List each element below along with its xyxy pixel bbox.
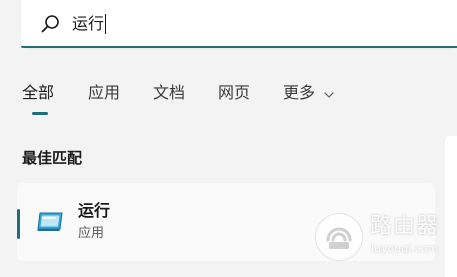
tab-apps-label: 应用 — [88, 83, 121, 102]
tab-documents[interactable]: 文档 — [153, 82, 185, 104]
watermark-title: 路由器 — [370, 214, 440, 239]
watermark-domain: luyouqi.com — [371, 242, 439, 255]
tab-web-label: 网页 — [218, 83, 251, 102]
tab-more[interactable]: 更多 — [283, 82, 334, 105]
tab-web[interactable]: 网页 — [218, 82, 250, 104]
tab-apps[interactable]: 应用 — [88, 82, 120, 104]
router-logo-icon — [316, 214, 362, 260]
run-app-icon — [35, 209, 65, 233]
tab-all[interactable]: 全部 — [22, 82, 54, 104]
tab-more-label: 更多 — [283, 83, 316, 102]
result-title: 运行 — [78, 201, 111, 220]
best-match-heading: 最佳匹配 — [22, 149, 83, 167]
chevron-down-icon — [324, 83, 334, 105]
watermark: 路由器 luyouqi.com — [316, 214, 456, 262]
search-icon — [38, 12, 62, 36]
search-box[interactable]: 运行 — [21, 0, 457, 48]
search-input-value: 运行 — [72, 14, 105, 33]
result-subtitle: 应用 — [78, 226, 105, 241]
search-input[interactable]: 运行 — [72, 11, 107, 37]
selection-indicator — [17, 209, 20, 239]
tab-all-label: 全部 — [22, 83, 55, 102]
active-tab-indicator — [32, 112, 48, 115]
tab-documents-label: 文档 — [153, 83, 186, 102]
text-caret — [105, 14, 107, 34]
